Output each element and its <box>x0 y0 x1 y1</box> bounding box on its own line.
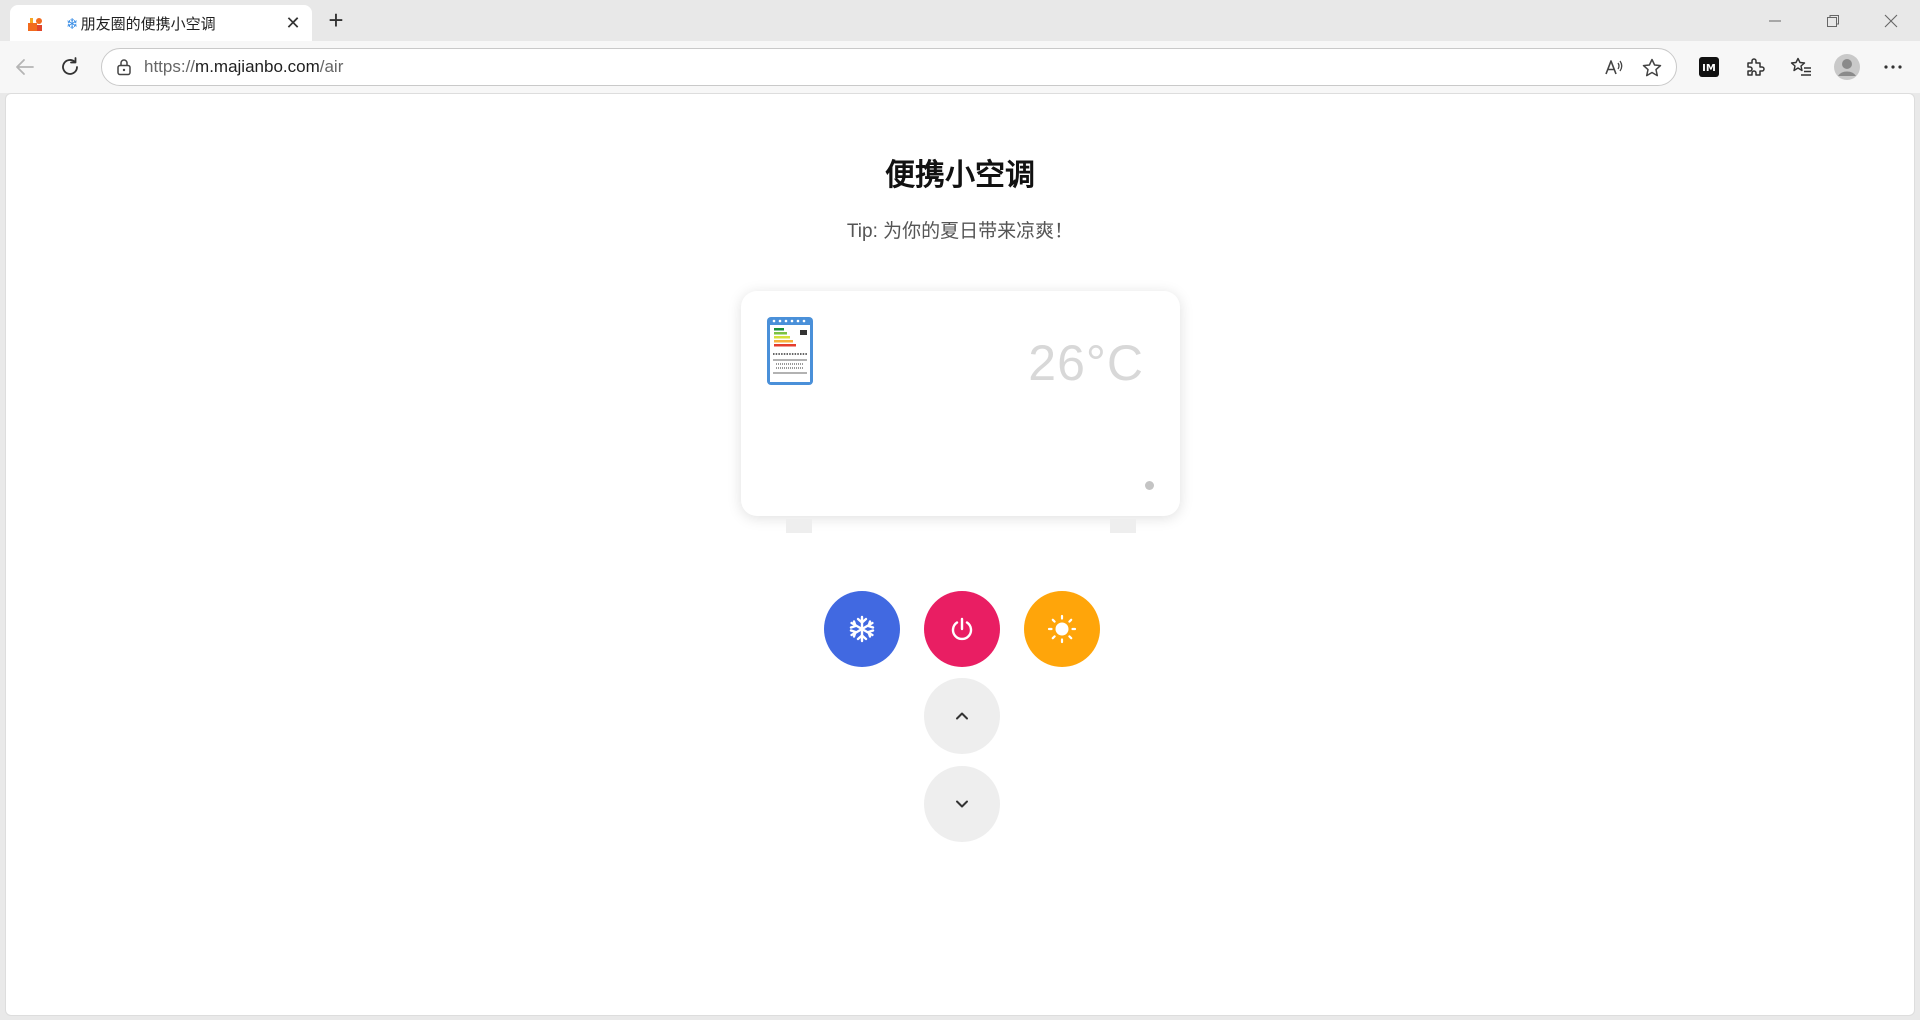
profile-button[interactable] <box>1831 51 1863 83</box>
tab-strip: ❄ 朋友圈的便携小空调 ✕ + <box>0 0 1920 41</box>
new-tab-button[interactable]: + <box>322 5 350 35</box>
page-tip: Tip: 为你的夏日带来凉爽！ <box>846 221 1074 242</box>
status-led <box>1145 481 1154 490</box>
chevron-up-icon <box>956 712 968 720</box>
browser-tab[interactable]: ❄ 朋友圈的便携小空调 ✕ <box>10 5 312 41</box>
tab-title-text: 朋友圈的便携小空调 <box>80 16 216 33</box>
snowflake-icon <box>849 615 875 643</box>
lock-icon[interactable] <box>114 57 134 77</box>
more-menu-button[interactable] <box>1877 51 1909 83</box>
read-aloud-icon <box>1605 60 1623 75</box>
restore-icon <box>1827 14 1839 27</box>
address-bar[interactable]: https://m.majianbo.com/air <box>101 48 1677 86</box>
chevron-down-icon <box>956 800 968 808</box>
star-icon <box>1642 58 1662 77</box>
url-text[interactable]: https://m.majianbo.com/air <box>144 57 343 77</box>
minimize-button[interactable] <box>1746 0 1804 41</box>
energy-label-icon <box>767 317 813 385</box>
back-arrow-icon <box>16 59 34 75</box>
avatar-icon <box>1834 54 1860 80</box>
more-dots-icon <box>1884 65 1902 69</box>
tab-close-button[interactable]: ✕ <box>282 12 304 34</box>
cool-mode-button[interactable] <box>824 591 900 667</box>
page-title: 便携小空调 <box>885 159 1035 192</box>
url-path: /air <box>319 57 344 76</box>
temperature-display: 26°C <box>1028 335 1144 391</box>
power-button[interactable] <box>924 591 1000 667</box>
reload-icon <box>62 57 78 75</box>
favorites-list-icon <box>1790 57 1811 76</box>
power-icon <box>951 617 973 641</box>
temperature-down-button[interactable] <box>924 766 1000 842</box>
window-controls <box>1746 0 1920 41</box>
unit-right-leg <box>1110 519 1136 533</box>
page-viewport: 便携小空调 Tip: 为你的夏日带来凉爽！ 26°C <box>5 93 1915 1016</box>
favorites-button[interactable] <box>1785 51 1817 83</box>
extensions-button[interactable] <box>1739 51 1771 83</box>
sun-icon <box>1047 614 1077 644</box>
temperature-up-button[interactable] <box>924 678 1000 754</box>
svg-text:IM: IM <box>1702 63 1716 74</box>
site-favicon-icon <box>28 18 42 31</box>
close-icon <box>1884 14 1898 27</box>
extension-button[interactable]: IM <box>1693 51 1725 83</box>
close-window-button[interactable] <box>1862 0 1920 41</box>
back-button[interactable] <box>9 51 41 83</box>
heat-mode-button[interactable] <box>1024 591 1100 667</box>
read-aloud-button[interactable] <box>1601 55 1627 81</box>
unit-left-leg <box>786 519 812 533</box>
puzzle-icon <box>1747 58 1765 76</box>
tab-title: ❄ 朋友圈的便携小空调 <box>66 13 216 34</box>
reload-button[interactable] <box>54 51 86 83</box>
extension-im-icon: IM <box>1699 57 1719 77</box>
favorite-star-button[interactable] <box>1639 55 1665 81</box>
browser-toolbar: https://m.majianbo.com/air IM <box>0 41 1920 93</box>
url-protocol: https:// <box>144 57 196 76</box>
url-host: m.majianbo.com <box>195 57 320 76</box>
restore-button[interactable] <box>1804 0 1862 41</box>
snowflake-icon: ❄ <box>66 16 79 33</box>
air-conditioner-unit: 26°C <box>741 291 1180 516</box>
minimize-icon <box>1769 20 1781 21</box>
